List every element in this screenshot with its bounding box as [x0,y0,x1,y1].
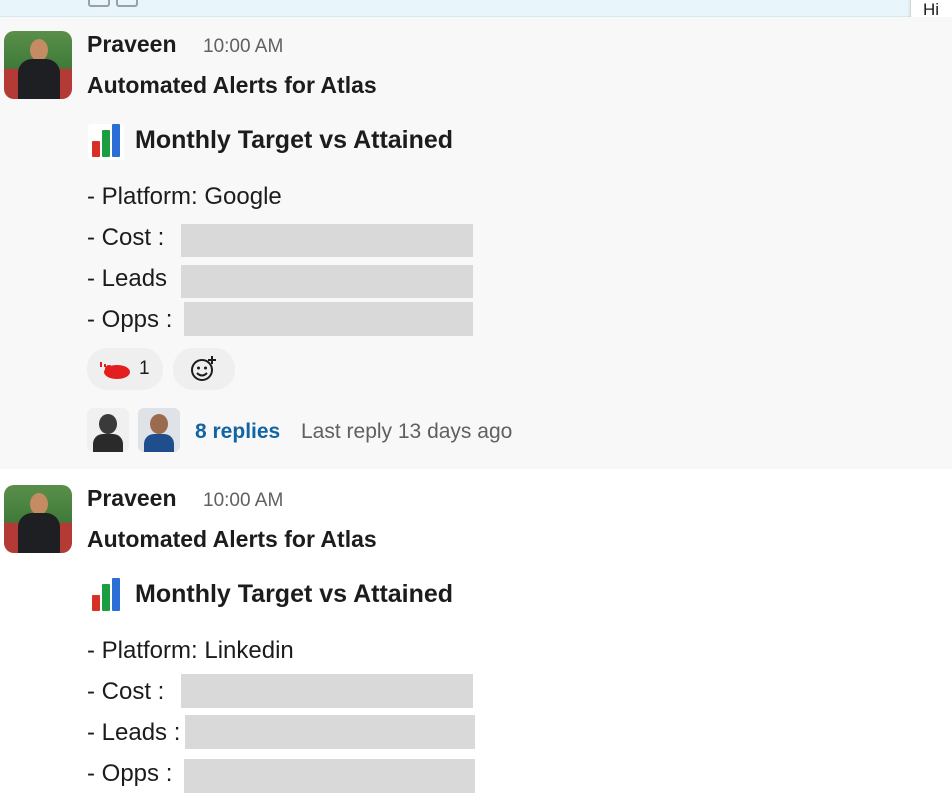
redacted-opps-value [184,302,473,336]
platform-line: - Platform: Google [87,183,282,210]
cost-label: - Cost : [87,224,165,251]
redacted-leads-value [181,265,473,298]
leads-label: - Leads [87,265,168,292]
thread-participant-avatar[interactable] [87,408,129,452]
author-name[interactable]: Praveen [87,31,177,58]
message-subtitle: Monthly Target vs Attained [135,580,454,608]
avatar[interactable] [4,485,72,553]
platform-line: - Platform: Linkedin [87,637,294,664]
opps-label: - Opps : [87,760,173,787]
top-bar [0,0,952,17]
message-title: Automated Alerts for Atlas [87,72,377,98]
redacted-opps-value [184,759,475,793]
thread-last-reply: Last reply 13 days ago [301,420,513,443]
leads-label: - Leads : [87,719,181,746]
message-title: Automated Alerts for Atlas [87,526,377,552]
reaction-count: 1 [139,358,150,379]
opps-label: - Opps : [87,306,173,333]
add-emoji-icon [191,356,216,381]
message-timestamp[interactable]: 10:00 AM [203,36,283,58]
redacted-cost-value [181,224,473,257]
red-rocket-emoji-icon [100,362,130,379]
avatar[interactable] [4,31,72,99]
add-reaction-button[interactable] [173,348,235,390]
redacted-cost-value [181,674,473,708]
thread-participant-avatar[interactable] [138,408,180,452]
thread-replies-link[interactable]: 8 replies [195,420,280,444]
bar-chart-icon [88,578,124,614]
message-subtitle: Monthly Target vs Attained [135,126,454,154]
bar-chart-icon [88,124,124,160]
message-timestamp[interactable]: 10:00 AM [203,490,283,512]
message-1[interactable]: Praveen 10:00 AM Automated Alerts for At… [0,17,952,469]
cost-label: - Cost : [87,678,165,705]
reaction-pill[interactable]: 1 [87,348,163,390]
toolbar-fragment-icons [88,0,144,7]
message-2[interactable]: Praveen 10:00 AM Automated Alerts for At… [0,469,952,802]
author-name[interactable]: Praveen [87,485,177,512]
redacted-leads-value [185,715,475,749]
